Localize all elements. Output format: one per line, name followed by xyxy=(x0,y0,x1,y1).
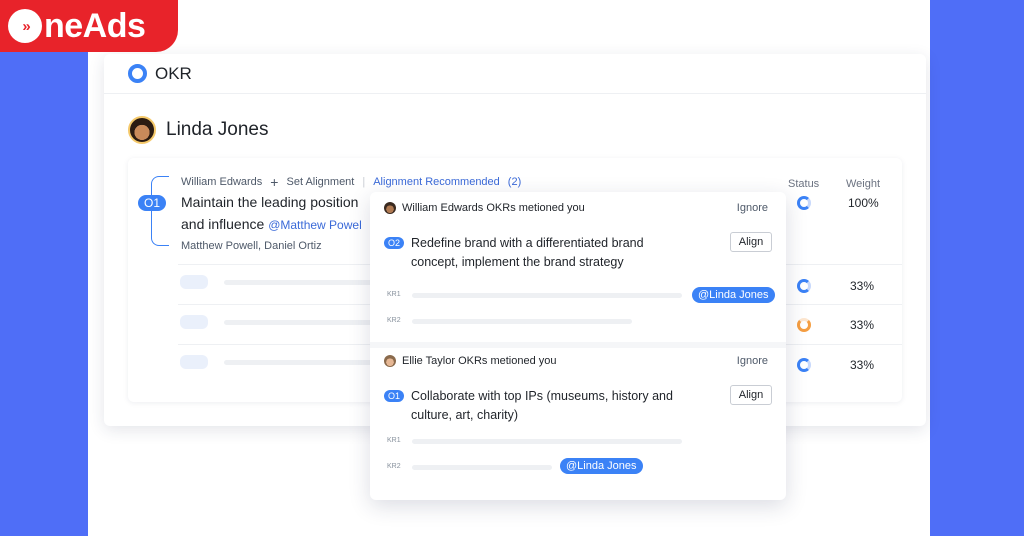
notification-author: Ellie Taylor xyxy=(402,355,455,367)
kr-text-placeholder xyxy=(412,439,682,444)
status-ring-icon xyxy=(797,279,811,293)
objective-meta-row: William Edwards + Set Alignment | Alignm… xyxy=(181,174,521,190)
ignore-button[interactable]: Ignore xyxy=(737,355,768,367)
set-alignment-link[interactable]: Set Alignment xyxy=(286,176,354,188)
user-row: Linda Jones xyxy=(128,116,268,144)
okr-logo-icon xyxy=(128,64,147,83)
app-title: OKR xyxy=(155,63,192,83)
kr-label: KR1 xyxy=(387,437,401,444)
alignment-count[interactable]: (2) xyxy=(508,176,521,188)
weight-column-header: Weight xyxy=(846,178,881,190)
weight-value: 33% xyxy=(850,279,875,293)
kr-text-placeholder xyxy=(224,360,374,365)
status-ring-icon xyxy=(797,318,811,332)
alignment-tree-line xyxy=(151,176,169,246)
notification-objective: O2 Redefine brand with a differentiated … xyxy=(384,234,691,272)
objective-text: Redefine brand with a differentiated bra… xyxy=(411,236,644,269)
weight-value: 33% xyxy=(850,318,875,332)
mention-chip[interactable]: @Linda Jones xyxy=(560,458,643,474)
supervisor-name[interactable]: William Edwards xyxy=(181,176,262,188)
logo-mark-icon: » xyxy=(8,9,42,43)
kr-text-placeholder xyxy=(412,465,552,470)
meta-divider: | xyxy=(362,176,366,188)
objective-text: Maintain the leading position and influe… xyxy=(181,191,381,236)
kr-text-placeholder xyxy=(224,280,374,285)
objective-badge: O1 xyxy=(138,195,166,211)
status-ring-icon xyxy=(797,196,811,210)
objective-mention[interactable]: @Matthew Powel xyxy=(268,218,362,232)
status-column-header: Status xyxy=(788,178,820,190)
brand-logo: » neAds xyxy=(0,0,178,52)
weight-value: 100% xyxy=(848,196,879,210)
weight-value: 33% xyxy=(850,358,875,372)
objective-badge: O1 xyxy=(384,390,404,402)
avatar[interactable] xyxy=(128,116,156,144)
plus-icon[interactable]: + xyxy=(270,174,278,190)
notification-message: OKRs metioned you xyxy=(458,355,557,367)
notification-header: William Edwards OKRs metioned you xyxy=(384,202,585,214)
kr-label: KR1 xyxy=(387,291,401,298)
align-button[interactable]: Align xyxy=(730,232,772,252)
kr-text-placeholder xyxy=(224,320,374,325)
align-button[interactable]: Align xyxy=(730,385,772,405)
avatar xyxy=(384,202,396,214)
kr-badge-placeholder xyxy=(180,355,208,369)
notification-author: William Edwards xyxy=(402,202,484,214)
objective-badge: O2 xyxy=(384,237,404,249)
alignment-recommended-link[interactable]: Alignment Recommended xyxy=(373,176,500,188)
status-ring-icon xyxy=(797,358,811,372)
kr-text-placeholder xyxy=(412,293,682,298)
mentions-popup: William Edwards OKRs metioned you Ignore… xyxy=(370,192,786,500)
notification-item: Ellie Taylor OKRs metioned you Ignore O1… xyxy=(370,345,786,495)
logo-text: neAds xyxy=(44,6,146,45)
kr-label: KR2 xyxy=(387,463,401,470)
notification-header: Ellie Taylor OKRs metioned you xyxy=(384,355,557,367)
kr-text-placeholder xyxy=(412,319,632,324)
kr-badge-placeholder xyxy=(180,315,208,329)
notification-objective: O1 Collaborate with top IPs (museums, hi… xyxy=(384,387,691,425)
objective-text: Collaborate with top IPs (museums, histo… xyxy=(411,389,673,422)
notification-item: William Edwards OKRs metioned you Ignore… xyxy=(370,192,786,342)
kr-badge-placeholder xyxy=(180,275,208,289)
mention-chip[interactable]: @Linda Jones xyxy=(692,287,775,303)
kr-label: KR2 xyxy=(387,317,401,324)
ignore-button[interactable]: Ignore xyxy=(737,202,768,214)
app-header: OKR xyxy=(104,54,926,94)
notification-message: OKRs metioned you xyxy=(486,202,585,214)
avatar xyxy=(384,355,396,367)
user-name: Linda Jones xyxy=(166,119,269,140)
objective-owners: Matthew Powell, Daniel Ortiz xyxy=(181,240,322,252)
